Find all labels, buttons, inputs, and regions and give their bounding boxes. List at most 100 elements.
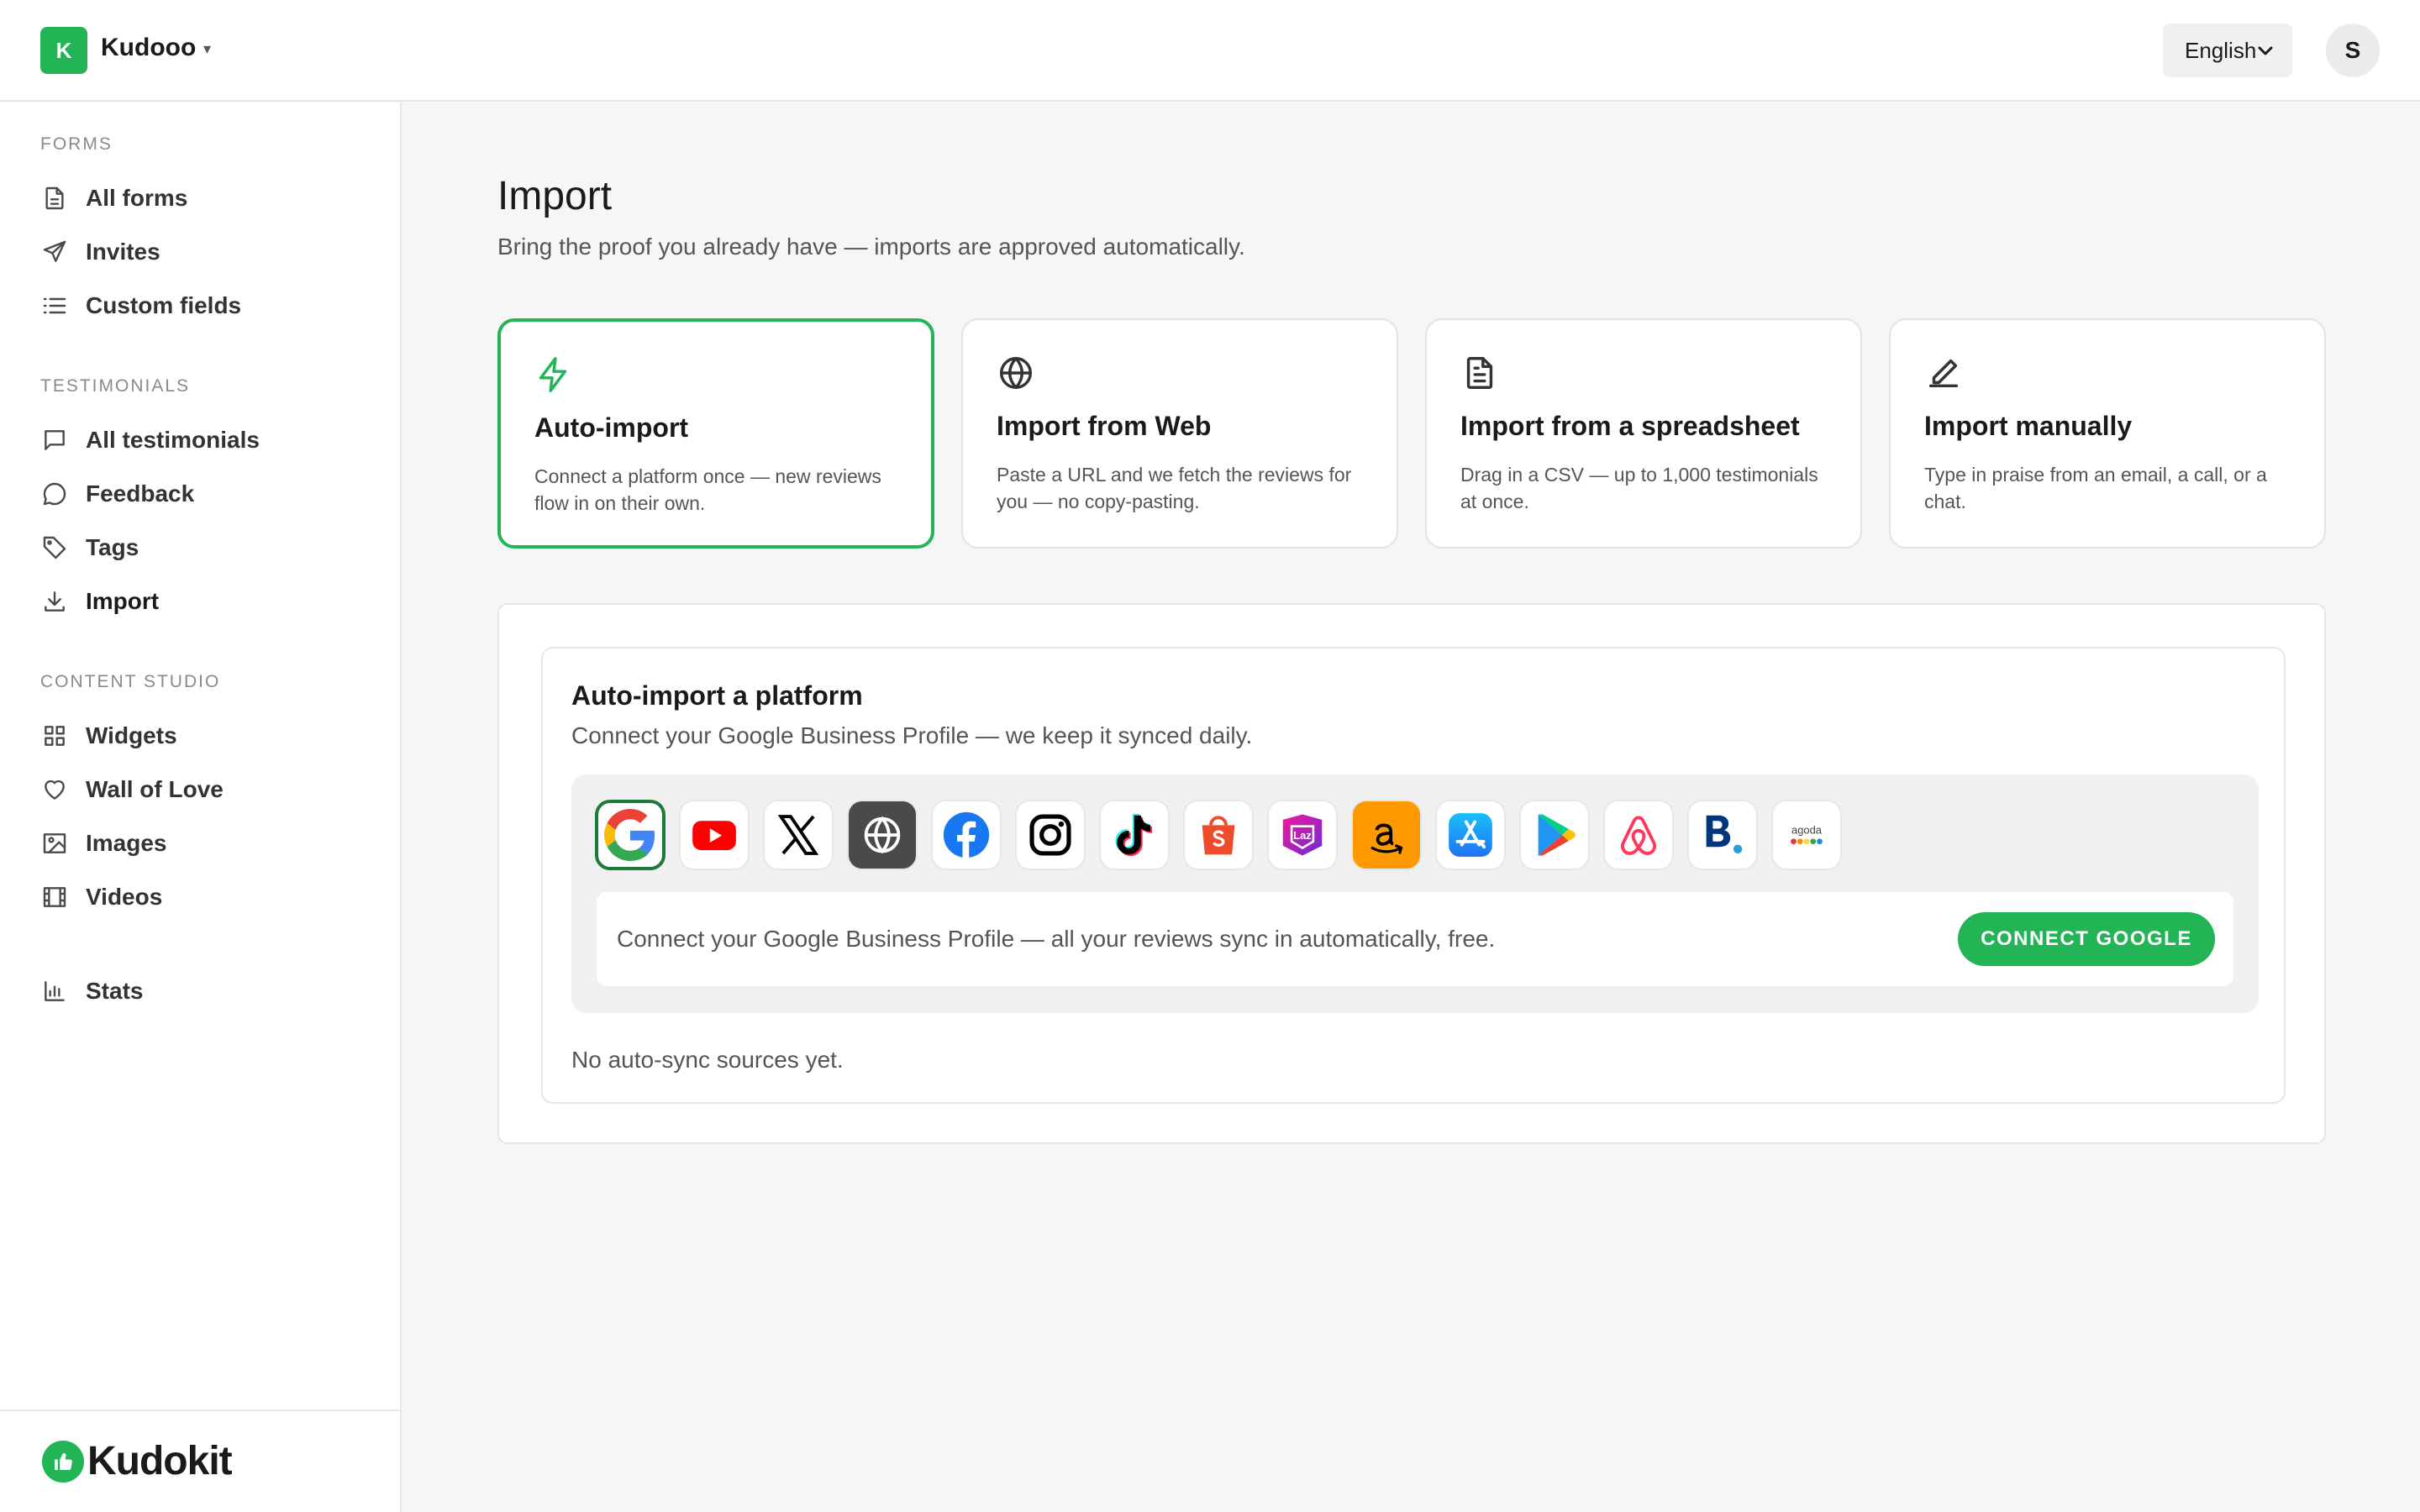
sidebar-item-feedback[interactable]: Feedback (40, 474, 376, 514)
platform-airbnb[interactable] (1603, 800, 1674, 870)
platform-agoda[interactable]: agoda (1771, 800, 1842, 870)
document-icon (40, 184, 69, 213)
sidebar-item-label: Images (86, 830, 167, 856)
lightning-icon (534, 355, 573, 394)
sidebar-item-label: Stats (86, 978, 144, 1004)
connect-google-button[interactable]: CONNECT GOOGLE (1958, 912, 2215, 966)
connect-row: Connect your Google Business Profile — a… (597, 892, 2233, 986)
card-title: Auto-import (534, 412, 689, 443)
airbnb-icon (1620, 816, 1657, 855)
bar-chart-icon (40, 977, 69, 1005)
sidebar-section-content-studio: CONTENT STUDIO (40, 672, 221, 691)
page-subtitle: Bring the proof you already have — impor… (497, 234, 1245, 260)
card-description: Type in praise from an email, a call, or… (1924, 464, 2267, 512)
card-description: Drag in a CSV — up to 1,000 testimonials… (1460, 464, 1818, 512)
platform-google[interactable] (595, 800, 666, 870)
brand-name: Kudokit (87, 1439, 233, 1483)
amazon-icon (1370, 823, 1403, 854)
language-select[interactable]: English (2163, 24, 2292, 77)
card-title: Import from a spreadsheet (1460, 411, 1800, 441)
workspace-logo[interactable]: K (40, 27, 87, 74)
agoda-label: agoda (1791, 824, 1823, 837)
sidebar-item-label: All testimonials (86, 427, 260, 453)
thumbs-up-icon (42, 1440, 84, 1483)
instagram-icon (1029, 814, 1071, 856)
platform-booking[interactable] (1687, 800, 1758, 870)
sidebar-item-widgets[interactable]: Widgets (40, 716, 376, 756)
film-icon (40, 883, 69, 911)
panel-subtitle: Connect your Google Business Profile — w… (571, 722, 1253, 748)
platform-facebook[interactable] (931, 800, 1002, 870)
platform-instagram[interactable] (1015, 800, 1086, 870)
connect-description: Connect your Google Business Profile — a… (617, 926, 1496, 952)
sidebar-item-label: All forms (86, 185, 188, 211)
sidebar-item-label: Widgets (86, 722, 177, 748)
sidebar-item-images[interactable]: Images (40, 823, 376, 864)
top-bar: K Kudooo ▾ English S (0, 0, 2420, 102)
sidebar-item-label: Custom fields (86, 292, 242, 318)
sidebar-item-label: Invites (86, 239, 160, 265)
import-option-manual[interactable]: Import manually Type in praise from an e… (1889, 318, 2326, 549)
sidebar-item-wall-of-love[interactable]: Wall of Love (40, 769, 376, 810)
sidebar-item-label: Videos (86, 884, 163, 910)
tag-icon (40, 533, 69, 562)
import-option-web[interactable]: Import from Web Paste a URL and we fetch… (961, 318, 1398, 549)
chevron-down-icon (2258, 46, 2273, 55)
message-square-icon (40, 426, 69, 454)
grid-icon (40, 722, 69, 750)
card-description: Connect a platform once — new reviews fl… (534, 465, 881, 514)
sidebar-item-tags[interactable]: Tags (40, 528, 376, 568)
agoda-icon: agoda (1791, 824, 1823, 845)
workspace-caret-icon[interactable]: ▾ (203, 40, 211, 58)
platform-app-store[interactable] (1435, 800, 1506, 870)
tiktok-icon (1115, 813, 1153, 857)
platform-lazada[interactable]: Laz (1267, 800, 1338, 870)
sidebar-item-invites[interactable]: Invites (40, 232, 376, 272)
sidebar-item-custom-fields[interactable]: Custom fields (40, 286, 376, 326)
card-description: Paste a URL and we fetch the reviews for… (997, 464, 1352, 512)
auto-import-panel: Auto-import a platform Connect your Goog… (541, 647, 2286, 1104)
sidebar-section-forms: FORMS (40, 134, 113, 154)
platform-shopee[interactable] (1183, 800, 1254, 870)
list-icon (40, 291, 69, 320)
sidebar-footer: Kudokit (0, 1410, 400, 1512)
import-option-spreadsheet[interactable]: Import from a spreadsheet Drag in a CSV … (1425, 318, 1862, 549)
platform-x[interactable] (763, 800, 834, 870)
panel-title: Auto-import a platform (571, 680, 863, 711)
facebook-icon (943, 811, 990, 858)
card-title: Import manually (1924, 411, 2133, 441)
platform-youtube[interactable] (679, 800, 750, 870)
google-icon (604, 809, 655, 861)
import-panel: Auto-import a platform Connect your Goog… (497, 603, 2326, 1144)
shopee-icon (1202, 816, 1235, 855)
sidebar-item-all-testimonials[interactable]: All testimonials (40, 420, 376, 460)
platform-web[interactable] (847, 800, 918, 870)
heart-icon (40, 775, 69, 804)
sidebar-item-label: Feedback (86, 480, 195, 507)
sidebar-section-testimonials: TESTIMONIALS (40, 376, 191, 396)
app-store-icon (1449, 813, 1492, 857)
language-select-value: English (2185, 37, 2257, 63)
brand-logo[interactable]: Kudokit (42, 1438, 233, 1484)
platform-google-play[interactable] (1519, 800, 1590, 870)
workspace-name[interactable]: Kudooo (101, 34, 196, 62)
globe-icon (997, 354, 1035, 392)
globe-icon (864, 816, 901, 854)
x-icon (777, 815, 819, 855)
sidebar-item-stats[interactable]: Stats (40, 971, 376, 1011)
sidebar-item-label: Import (86, 588, 160, 614)
platform-tiktok[interactable] (1099, 800, 1170, 870)
sidebar-item-label: Tags (86, 534, 139, 560)
file-text-icon (1460, 354, 1499, 392)
chat-bubble-icon (40, 480, 69, 508)
user-avatar[interactable]: S (2326, 24, 2380, 77)
google-play-icon (1538, 814, 1576, 856)
booking-icon (1706, 815, 1743, 853)
import-option-auto-import[interactable]: Auto-import Connect a platform once — ne… (497, 318, 934, 549)
platform-picker: Laz agoda Connect your Google Business P (571, 774, 2259, 1013)
youtube-icon (692, 821, 736, 851)
platform-amazon[interactable] (1351, 800, 1422, 870)
sidebar-item-videos[interactable]: Videos (40, 877, 376, 917)
sidebar-item-all-forms[interactable]: All forms (40, 178, 376, 218)
sidebar-item-import[interactable]: Import (40, 581, 376, 622)
